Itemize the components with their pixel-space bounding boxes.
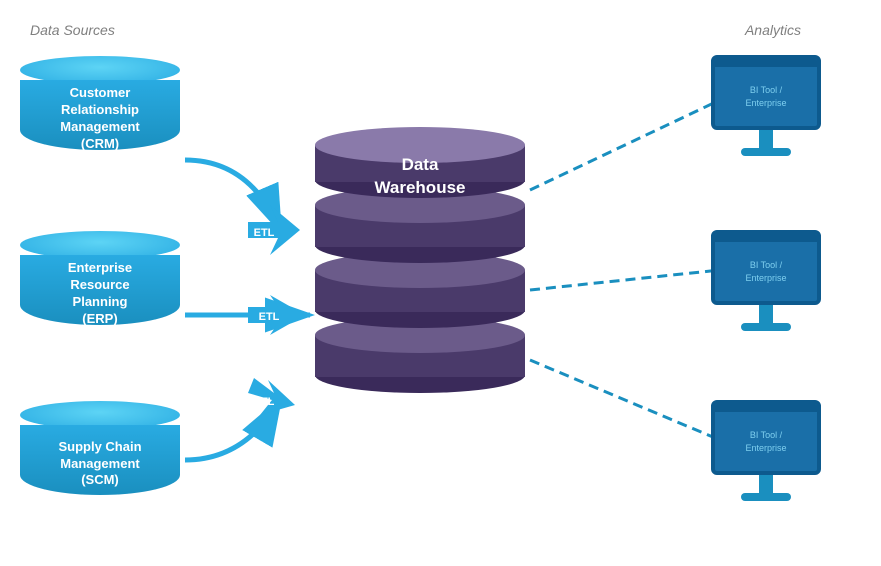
- monitor-1: BI Tool / Enterprise: [711, 55, 821, 156]
- diagram-container: ETL ETL ETL Data Sources Analytics Custo…: [0, 0, 881, 566]
- monitor-2-stand: [759, 305, 773, 323]
- erp-cylinder: Enterprise Resource Planning (ERP): [20, 245, 180, 335]
- svg-text:ETL: ETL: [254, 396, 275, 408]
- monitor-2-screen: BI Tool / Enterprise: [711, 230, 821, 305]
- monitor-3-content: BI Tool / Enterprise: [743, 427, 788, 456]
- data-sources-label: Data Sources: [30, 22, 115, 38]
- erp-label: Enterprise Resource Planning (ERP): [68, 260, 132, 328]
- crm-cylinder: Customer Relationship Management (CRM): [20, 70, 180, 160]
- data-warehouse: Data Warehouse: [310, 120, 530, 400]
- monitor-1-screen: BI Tool / Enterprise: [711, 55, 821, 130]
- scm-label: Supply Chain Management (SCM): [58, 439, 141, 490]
- monitor-3: BI Tool / Enterprise: [711, 400, 821, 501]
- crm-label: Customer Relationship Management (CRM): [60, 85, 139, 153]
- svg-text:Warehouse: Warehouse: [374, 178, 465, 197]
- scm-cylinder: Supply Chain Management (SCM): [20, 415, 180, 505]
- monitor-3-base: [741, 493, 791, 501]
- svg-text:Data: Data: [402, 155, 439, 174]
- monitor-2-content: BI Tool / Enterprise: [743, 257, 788, 286]
- analytics-label: Analytics: [745, 22, 801, 38]
- monitor-3-stand: [759, 475, 773, 493]
- svg-text:ETL: ETL: [259, 311, 280, 323]
- monitor-2-base: [741, 323, 791, 331]
- svg-text:ETL: ETL: [254, 227, 275, 239]
- monitor-1-stand: [759, 130, 773, 148]
- monitor-2: BI Tool / Enterprise: [711, 230, 821, 331]
- monitor-1-content: BI Tool / Enterprise: [743, 82, 788, 111]
- monitor-1-base: [741, 148, 791, 156]
- monitor-3-screen: BI Tool / Enterprise: [711, 400, 821, 475]
